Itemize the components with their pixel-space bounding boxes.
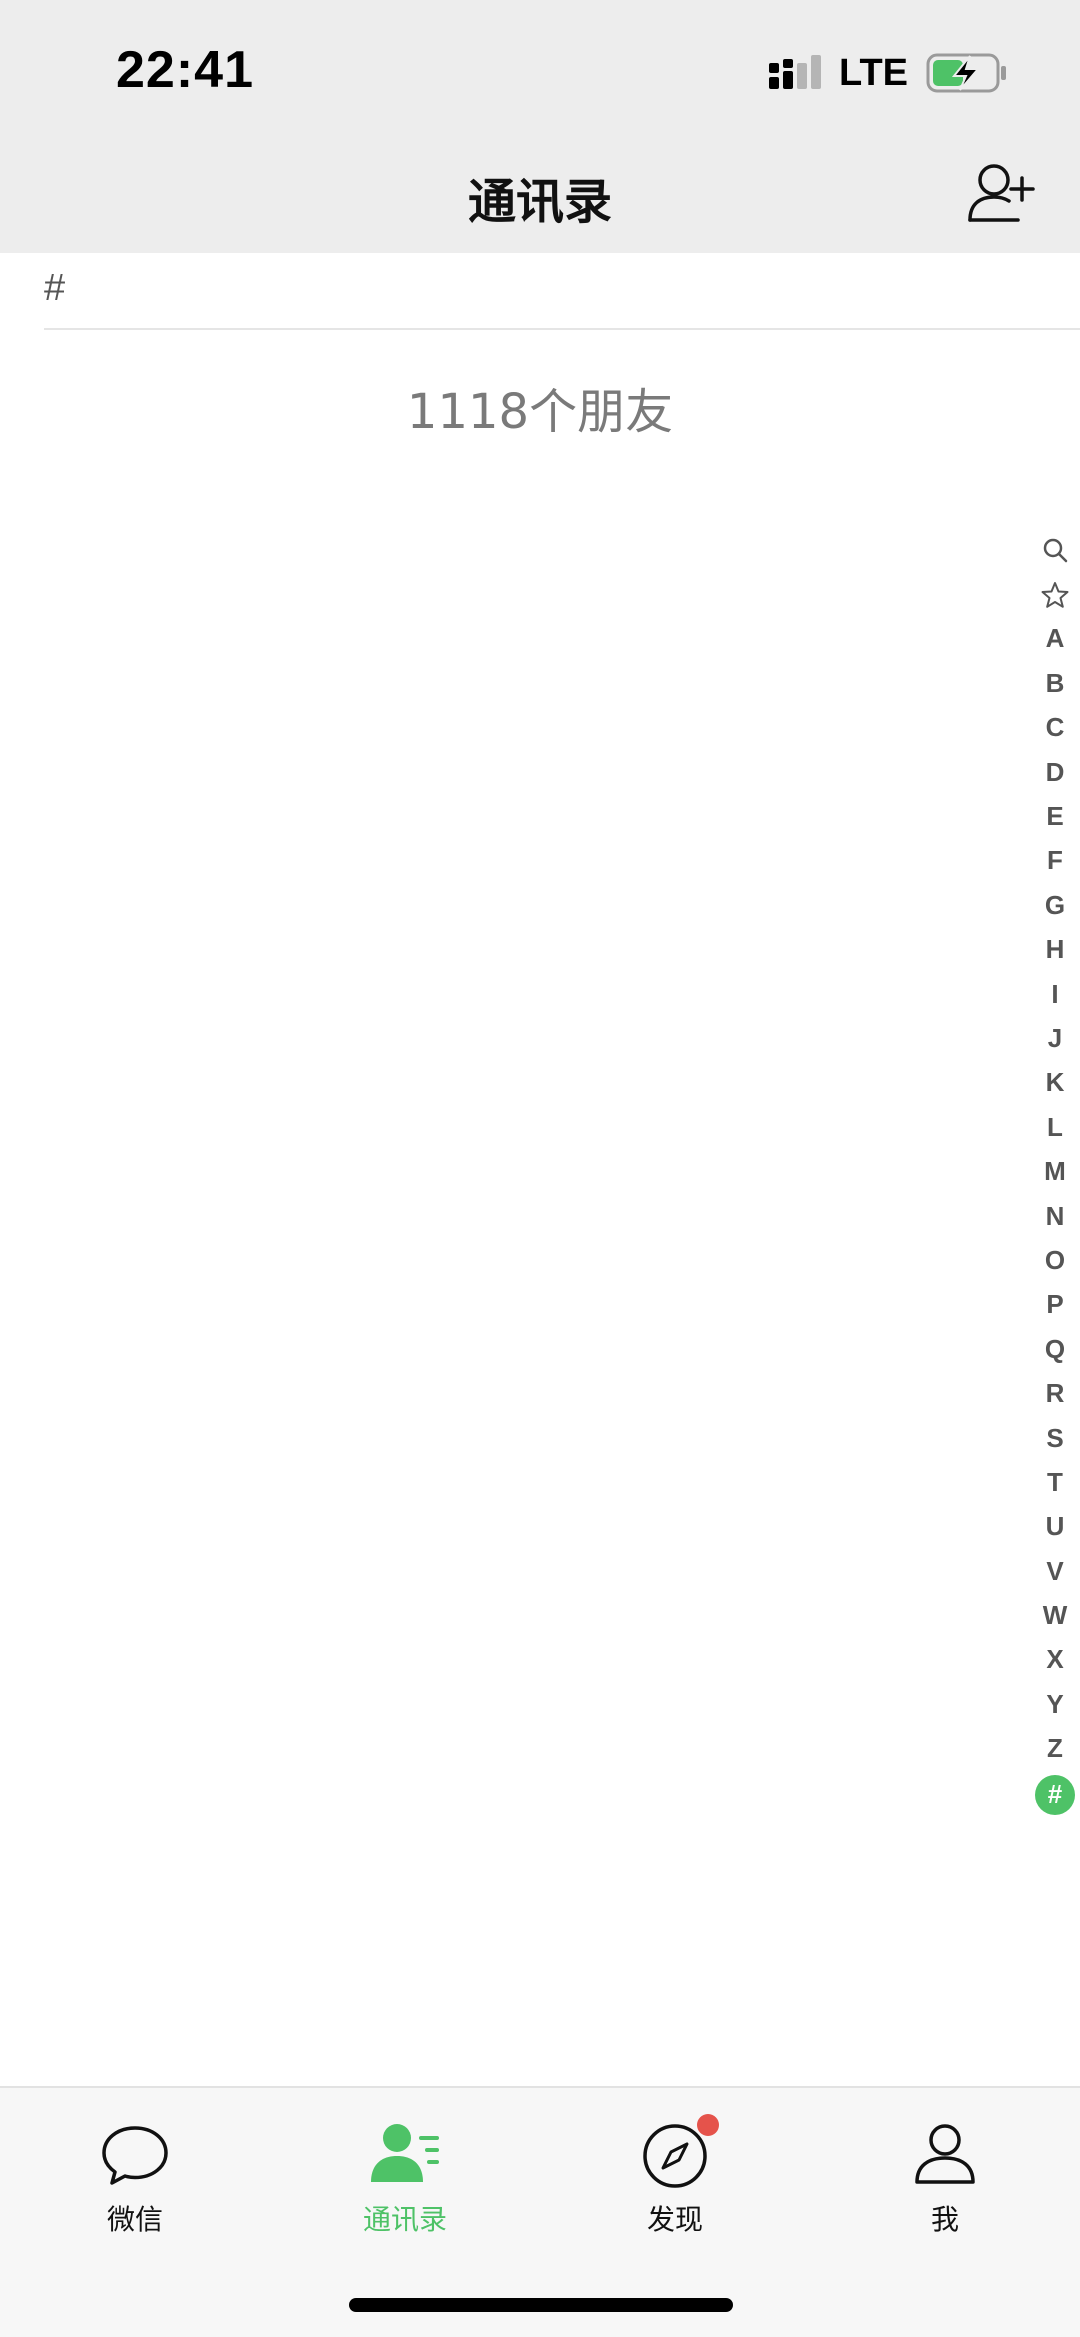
tab-label: 我 bbox=[930, 2203, 959, 2236]
index-letter-x[interactable]: X bbox=[1035, 1638, 1075, 1682]
notification-badge bbox=[697, 2114, 719, 2136]
index-search-icon[interactable] bbox=[1035, 528, 1075, 572]
index-letter-l[interactable]: L bbox=[1035, 1105, 1075, 1149]
index-letter-n[interactable]: N bbox=[1035, 1194, 1075, 1238]
person-icon bbox=[915, 2124, 975, 2184]
index-letter-k[interactable]: K bbox=[1035, 1061, 1075, 1105]
divider bbox=[44, 328, 1080, 330]
friend-count: 1118个朋友 bbox=[406, 384, 674, 440]
tab-chats[interactable]: 微信 bbox=[0, 2120, 270, 2250]
index-letter-g[interactable]: G bbox=[1035, 883, 1075, 927]
index-letter-e[interactable]: E bbox=[1035, 794, 1075, 838]
status-bar: 22:41 LTE bbox=[0, 0, 1080, 140]
index-letter-c[interactable]: C bbox=[1035, 706, 1075, 750]
contacts-screen: 22:41 LTE 通讯录 # 1118个朋友 A B C D E F G H … bbox=[0, 0, 1080, 2337]
signal-icon bbox=[769, 55, 822, 89]
tab-label: 发现 bbox=[646, 2203, 703, 2236]
add-contact-icon[interactable] bbox=[966, 160, 1036, 226]
tab-label: 微信 bbox=[106, 2203, 163, 2236]
index-letter-z[interactable]: Z bbox=[1035, 1727, 1075, 1771]
index-letter-p[interactable]: P bbox=[1035, 1283, 1075, 1327]
status-time: 22:41 bbox=[116, 41, 254, 99]
index-letter-b[interactable]: B bbox=[1035, 661, 1075, 705]
index-letter-u[interactable]: U bbox=[1035, 1505, 1075, 1549]
index-letter-t[interactable]: T bbox=[1035, 1460, 1075, 1504]
tab-discover[interactable]: 发现 bbox=[540, 2114, 810, 2250]
page-title: 通讯录 bbox=[467, 174, 612, 230]
home-indicator[interactable] bbox=[349, 2298, 733, 2312]
tab-me[interactable]: 我 bbox=[810, 2120, 1080, 2250]
index-letter-o[interactable]: O bbox=[1035, 1238, 1075, 1282]
index-letter-f[interactable]: F bbox=[1035, 839, 1075, 883]
index-letter-s[interactable]: S bbox=[1035, 1416, 1075, 1460]
network-label: LTE bbox=[839, 51, 908, 94]
tab-label: 通讯录 bbox=[362, 2203, 447, 2236]
contacts-icon bbox=[371, 2124, 439, 2182]
chat-bubble-icon bbox=[102, 2126, 168, 2185]
tab-contacts[interactable]: 通讯录 bbox=[270, 2120, 540, 2250]
index-hash-active[interactable]: # bbox=[1035, 1774, 1075, 1815]
navigation-bar: 通讯录 bbox=[0, 140, 1080, 253]
battery-charging-icon bbox=[926, 53, 1006, 93]
index-letter-h[interactable]: H bbox=[1035, 928, 1075, 972]
section-letter: # bbox=[44, 267, 66, 309]
compass-icon-wrap bbox=[639, 2114, 719, 2190]
search-icon bbox=[1043, 538, 1068, 563]
index-letter-d[interactable]: D bbox=[1035, 750, 1075, 794]
index-letter-v[interactable]: V bbox=[1035, 1549, 1075, 1593]
index-star-icon[interactable] bbox=[1035, 572, 1075, 616]
index-letter-m[interactable]: M bbox=[1035, 1149, 1075, 1193]
section-header: # bbox=[0, 253, 1080, 330]
index-letter-y[interactable]: Y bbox=[1035, 1682, 1075, 1726]
status-indicators: LTE bbox=[767, 50, 1008, 96]
index-letter-q[interactable]: Q bbox=[1035, 1327, 1075, 1371]
index-letter-j[interactable]: J bbox=[1035, 1016, 1075, 1060]
index-letter-r[interactable]: R bbox=[1035, 1371, 1075, 1415]
index-letter-a[interactable]: A bbox=[1035, 617, 1075, 661]
index-letter-i[interactable]: I bbox=[1035, 972, 1075, 1016]
index-letter-w[interactable]: W bbox=[1035, 1593, 1075, 1637]
alphabet-index-bar[interactable]: ABCDEFGHIJKLMNOPQRSTUVWXYZ # bbox=[1030, 528, 1080, 1815]
star-icon bbox=[1041, 581, 1069, 608]
index-letters: ABCDEFGHIJKLMNOPQRSTUVWXYZ bbox=[1035, 617, 1075, 1771]
